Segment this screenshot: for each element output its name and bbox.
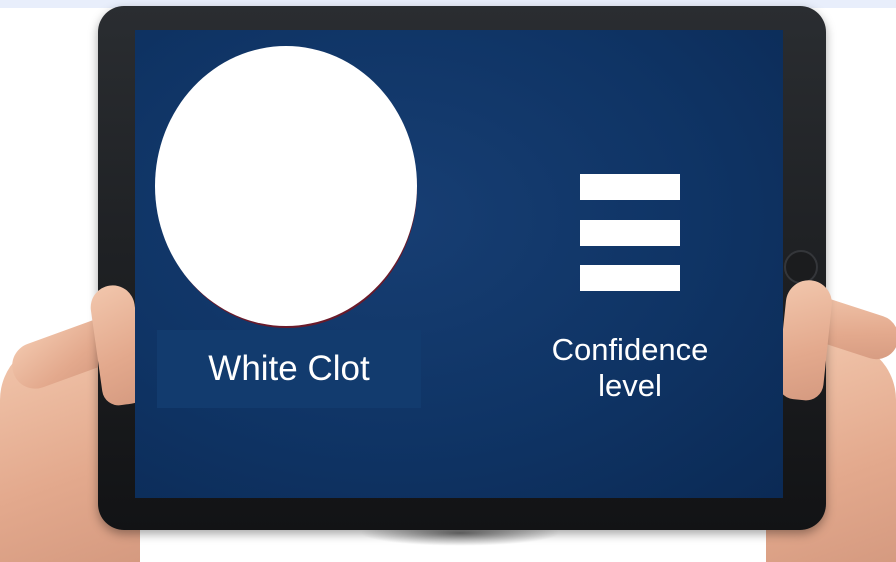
menu-bar-middle: [580, 220, 680, 246]
confidence-line-2: level: [598, 368, 662, 403]
clot-result-label: White Clot: [208, 349, 370, 388]
hamburger-menu-icon[interactable]: [580, 174, 680, 291]
menu-bar-bottom: [580, 265, 680, 291]
clot-label-box: White Clot: [157, 330, 421, 408]
clot-color-circle: [155, 46, 417, 326]
tablet-home-button: [784, 250, 818, 284]
confidence-line-1: Confidence: [551, 332, 709, 367]
tablet-screen: White Clot Confidence level: [135, 30, 783, 498]
confidence-level-label: Confidence level: [525, 332, 735, 404]
menu-bar-top: [580, 174, 680, 200]
